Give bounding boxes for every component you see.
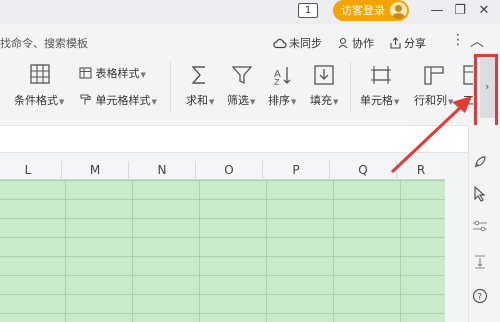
- cell-button[interactable]: 单元格▼: [360, 92, 399, 108]
- share-label: 分享: [404, 37, 426, 50]
- fill-button[interactable]: 填充▼: [310, 92, 338, 108]
- cell-style-label: 单元格样式: [95, 94, 151, 107]
- share-icon: [390, 37, 401, 49]
- cell-grid[interactable]: [0, 180, 445, 322]
- restore-button[interactable]: ❐: [451, 2, 469, 20]
- highlight-box: [474, 54, 498, 130]
- sum-icon: [191, 66, 205, 84]
- worksheet-icon: [463, 65, 473, 85]
- help-icon[interactable]: ?: [470, 286, 490, 306]
- rocket-icon[interactable]: [470, 152, 490, 172]
- sort-label: 排序: [268, 94, 290, 107]
- fill-icon: [314, 65, 334, 85]
- fill-label: 填充: [310, 94, 332, 107]
- more-icon[interactable]: ⋮: [451, 32, 465, 48]
- user-icon: [338, 37, 348, 49]
- column-header-q[interactable]: Q: [329, 161, 396, 180]
- minimize-button[interactable]: —: [428, 2, 446, 20]
- sync-label: 未同步: [289, 37, 322, 50]
- column-header-m[interactable]: M: [61, 161, 128, 180]
- row-col-label: 行和列: [414, 94, 447, 107]
- command-bar: 找命令、搜索模板 未同步 协作 分享 ⋮ ︿: [0, 28, 500, 56]
- filter-icon: [231, 66, 253, 85]
- adjust-icon[interactable]: [470, 216, 490, 236]
- search-command-input[interactable]: 找命令、搜索模板: [0, 35, 88, 51]
- table-style-icon: [79, 67, 92, 79]
- collab-label: 协作: [352, 37, 374, 50]
- table-style-label: 表格样式: [95, 67, 140, 80]
- filter-button[interactable]: 筛选▼: [227, 92, 255, 108]
- conditional-format-button[interactable]: 条件格式▼: [14, 92, 64, 108]
- svg-text:Z: Z: [274, 78, 280, 86]
- column-header-r[interactable]: R: [396, 161, 445, 180]
- visitor-login-label: 访客登录: [341, 4, 385, 17]
- sum-button[interactable]: 求和▼: [186, 92, 214, 108]
- worksheet-button[interactable]: 工: [463, 92, 474, 108]
- sync-status[interactable]: 未同步: [273, 35, 322, 51]
- filter-label: 筛选: [227, 94, 249, 107]
- ribbon-separator: [170, 62, 171, 112]
- avatar-icon: [390, 2, 407, 19]
- column-header-p[interactable]: P: [262, 161, 329, 180]
- table-style-button[interactable]: 表格样式▼: [79, 65, 146, 81]
- brush-icon: [80, 94, 91, 105]
- cloud-icon: [273, 38, 287, 49]
- sort-icon: A Z: [274, 67, 291, 86]
- column-header-o[interactable]: O: [195, 161, 262, 180]
- page-count-badge[interactable]: 1: [298, 3, 318, 18]
- cell-style-button[interactable]: 单元格样式▼: [79, 92, 157, 108]
- conditional-format-label: 条件格式: [14, 94, 58, 107]
- svg-text:?: ?: [477, 293, 482, 303]
- close-button[interactable]: ✕: [475, 2, 493, 20]
- cell-label: 单元格: [360, 94, 393, 107]
- title-bar: 1 访客登录 — ❐ ✕: [0, 0, 500, 24]
- formula-bar[interactable]: [0, 125, 468, 153]
- collapse-ribbon-icon[interactable]: ︿: [470, 31, 484, 51]
- share-button[interactable]: 分享: [389, 35, 426, 51]
- ribbon-separator: [350, 62, 351, 112]
- column-header-l[interactable]: L: [0, 161, 61, 180]
- cursor-icon[interactable]: [470, 184, 490, 204]
- cell-icon: [371, 66, 391, 84]
- conditional-format-icon: [30, 64, 50, 84]
- sum-label: 求和: [186, 94, 208, 107]
- row-col-icon: [424, 66, 444, 85]
- ribbon-toolbar: 条件格式▼ 表格样式▼ 单元格样式▼ 求和▼ 筛选▼ A Z 排序▼ 填充▼ 单…: [0, 58, 474, 118]
- column-header-row: L M N O P Q R: [0, 161, 445, 180]
- collab-button[interactable]: 协作: [338, 35, 374, 51]
- sort-button[interactable]: 排序▼: [268, 92, 296, 108]
- visitor-login-button[interactable]: 访客登录: [333, 0, 409, 21]
- expand-icon[interactable]: [470, 252, 490, 272]
- row-col-button[interactable]: 行和列▼: [414, 92, 453, 108]
- column-header-n[interactable]: N: [128, 161, 195, 180]
